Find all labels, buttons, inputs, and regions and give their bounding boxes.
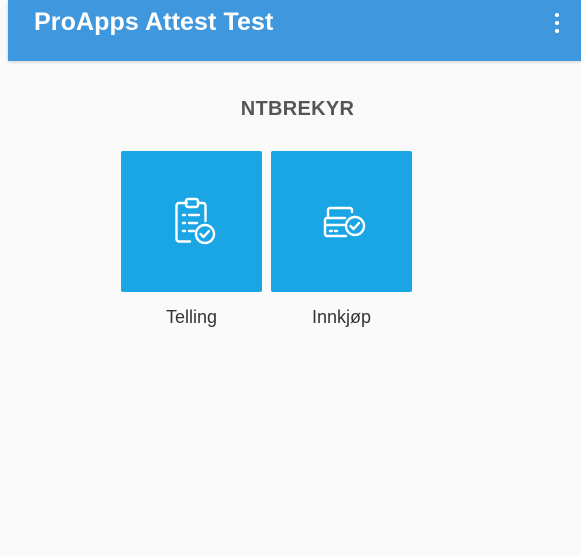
clipboard-check-icon (174, 197, 215, 244)
innkjop-label[interactable]: Innkjøp (271, 307, 412, 328)
card-check-icon (323, 206, 365, 237)
telling-tile[interactable] (121, 151, 262, 292)
company-name: NTBREKYR (240, 98, 355, 120)
innkjop-tile[interactable] (271, 151, 412, 292)
more-vertical-icon[interactable] (547, 10, 567, 38)
telling-label[interactable]: Telling (121, 307, 262, 328)
app-bar: ProApps Attest Test (8, 0, 581, 61)
app-title: ProApps Attest Test (34, 8, 274, 36)
